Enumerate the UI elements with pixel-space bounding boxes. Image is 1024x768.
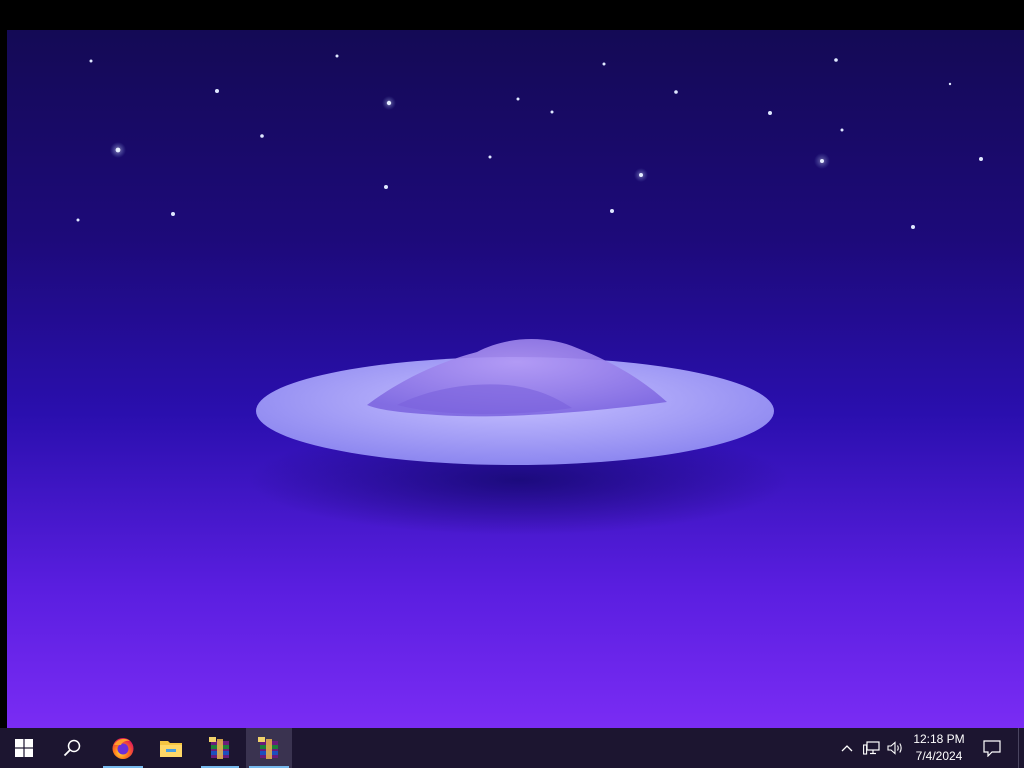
screen: 12:18 PM 7/4/2024 xyxy=(0,0,1024,768)
taskbar-app-winrar[interactable] xyxy=(198,728,242,768)
wallpaper-image xyxy=(76,54,983,535)
start-button[interactable] xyxy=(0,728,48,768)
show-desktop-button[interactable] xyxy=(1018,728,1024,768)
search-icon xyxy=(63,739,81,757)
clock-date: 7/4/2024 xyxy=(915,749,963,763)
network-button[interactable] xyxy=(859,728,883,768)
firefox-icon xyxy=(112,738,134,759)
winrar-icon xyxy=(209,737,229,759)
taskbar-app-winrar-active[interactable] xyxy=(246,728,292,768)
winrar-icon xyxy=(258,737,278,759)
action-center-icon xyxy=(983,739,1001,757)
folder-icon xyxy=(160,741,182,757)
clock-time: 12:18 PM xyxy=(913,732,965,746)
volume-button[interactable] xyxy=(883,728,907,768)
taskbar: 12:18 PM 7/4/2024 xyxy=(0,728,1024,768)
search-button[interactable] xyxy=(48,728,96,768)
stars xyxy=(76,54,983,229)
show-hidden-icons-button[interactable] xyxy=(836,728,858,768)
windows-logo-icon xyxy=(15,739,33,757)
network-icon xyxy=(862,741,880,755)
taskbar-app-file-explorer[interactable] xyxy=(148,728,194,768)
taskbar-clock[interactable]: 12:18 PM 7/4/2024 xyxy=(908,728,970,768)
volume-icon xyxy=(886,741,902,755)
action-center-button[interactable] xyxy=(975,728,1009,768)
taskbar-app-firefox[interactable] xyxy=(100,728,146,768)
desktop[interactable] xyxy=(7,30,1024,728)
star-glows xyxy=(110,96,830,182)
chevron-up-icon xyxy=(841,745,853,752)
